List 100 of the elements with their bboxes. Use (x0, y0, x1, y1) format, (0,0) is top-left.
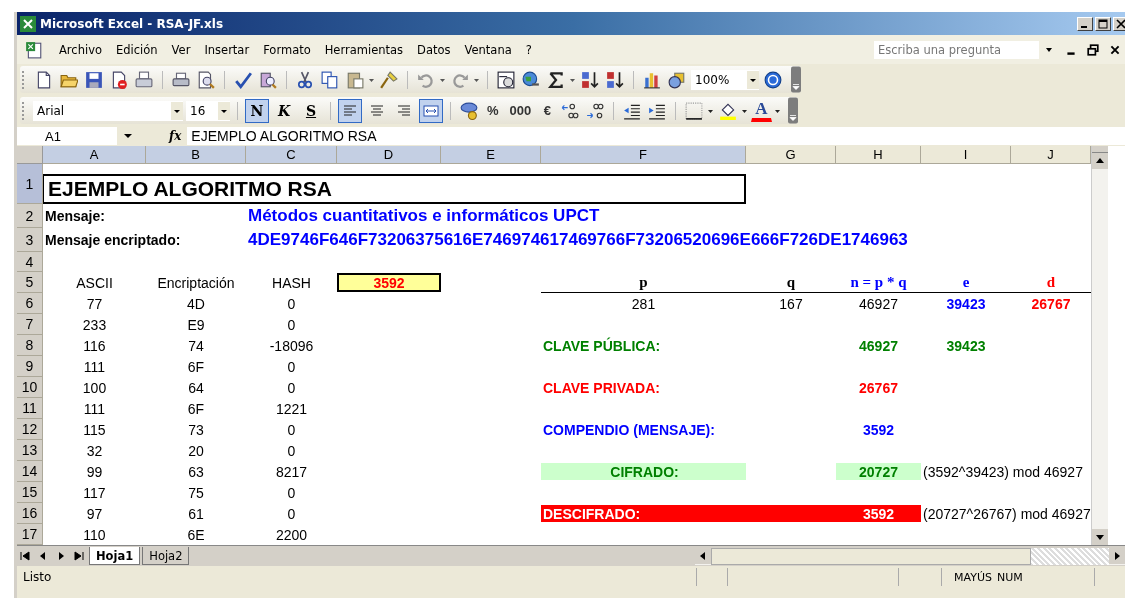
window-title: Microsoft Excel - RSA-JF.xls (40, 16, 224, 31)
formula-field[interactable]: EJEMPLO ALGORITMO RSA (187, 127, 1125, 145)
message-label: Mensaje: (44, 207, 106, 226)
number-format-button[interactable]: % (483, 98, 503, 123)
menu-item[interactable]: Edición (110, 40, 164, 59)
row-header[interactable]: 10 (17, 377, 43, 398)
table-cell-text: 117 (82, 483, 107, 503)
table-cell-text: 8217 (274, 462, 309, 482)
column-header[interactable]: G (746, 146, 836, 164)
table-cell-text: 111 (82, 357, 107, 377)
font-dropdown[interactable]: Arial (33, 100, 183, 121)
table-cell-text: 0 (286, 420, 297, 440)
table-cell-text: 97 (85, 504, 104, 524)
table-cell-text: 0 (286, 294, 297, 314)
menu-item[interactable]: Ver (165, 40, 197, 59)
row-header[interactable]: 7 (17, 314, 43, 335)
key-value: 3592 (861, 504, 896, 524)
row-header[interactable]: 9 (17, 356, 43, 377)
table-cell-text: 99 (85, 462, 104, 482)
table-cell-text: 32 (85, 441, 104, 461)
row-header[interactable]: 12 (17, 419, 43, 440)
table-cell-text: 63 (187, 462, 205, 482)
key-value: 20727 (836, 463, 921, 480)
row-header[interactable]: 8 (17, 335, 43, 356)
font-color-button[interactable]: A (751, 99, 772, 122)
formula-note: (20727^26767) mod 46927 (922, 504, 1091, 524)
column-heading: HASH (271, 273, 312, 293)
menu-item[interactable]: Formato (257, 40, 317, 59)
number-format-button[interactable]: € (538, 98, 557, 123)
parameter-value: 167 (778, 294, 804, 314)
menu-item[interactable]: Ventana (458, 40, 518, 59)
row-header[interactable]: 3 (17, 228, 43, 252)
table-cell-text: 2200 (274, 525, 309, 545)
row-header[interactable]: 5 (17, 272, 43, 293)
table-cell-text: -18096 (268, 336, 315, 356)
insert-function-button[interactable]: fx (163, 129, 188, 143)
table-cell-text: 6E (186, 525, 206, 545)
hash-result: 3592 (337, 273, 441, 292)
column-header[interactable]: D (337, 146, 441, 164)
status-text: Listo (22, 570, 53, 584)
number-format-button[interactable]: 000 (505, 98, 536, 123)
table-cell-text: 0 (286, 315, 297, 335)
column-heading: Encriptación (156, 273, 236, 293)
key-value: 46927 (858, 336, 899, 356)
parameter-value: 46927 (858, 294, 899, 314)
table-cell-text: 4D (186, 294, 206, 314)
parameter-heading: p (541, 272, 746, 293)
table-cell-text: 6F (186, 357, 206, 377)
row-header[interactable]: 13 (17, 440, 43, 461)
column-header[interactable]: J (1011, 146, 1091, 164)
table-cell-text: 77 (85, 294, 104, 314)
question-field[interactable]: Escriba una pregunta (874, 40, 1039, 59)
column-header[interactable]: A (43, 146, 146, 164)
row-header[interactable]: 11 (17, 398, 43, 419)
menu-item[interactable]: Herramientas (318, 40, 410, 59)
key-label: DESCIFRADO: (542, 504, 642, 524)
table-cell-text: 0 (286, 357, 297, 377)
column-header[interactable]: I (921, 146, 1011, 164)
menu-item[interactable]: Datos (411, 40, 457, 59)
parameter-heading: e (921, 272, 1011, 293)
underline-button[interactable]: S (299, 98, 323, 123)
encrypted-message-label: Mensaje encriptado: (44, 231, 182, 250)
column-header[interactable]: B (146, 146, 246, 164)
parameter-heading: q (746, 272, 836, 293)
bold-button[interactable]: N (245, 98, 269, 123)
table-cell-text: 74 (187, 336, 205, 356)
table-cell-text: 73 (187, 420, 205, 440)
menu-item[interactable]: ? (519, 40, 538, 59)
row-header[interactable]: 16 (17, 503, 43, 524)
column-heading: ASCII (75, 273, 114, 293)
sheet-tab[interactable]: Hoja1 (89, 547, 141, 565)
column-header[interactable]: H (836, 146, 921, 164)
row-header[interactable]: 2 (17, 204, 43, 228)
menu-item[interactable]: Insertar (198, 40, 256, 59)
formula-note: (3592^39423) mod 46927 (922, 462, 1084, 482)
italic-button[interactable]: K (272, 98, 296, 123)
message-value: Métodos cuantitativos e informáticos UPCT (247, 205, 601, 227)
table-cell-text: 0 (286, 441, 297, 461)
table-cell-text: 6F (186, 399, 206, 419)
row-header[interactable]: 4 (17, 252, 43, 272)
row-header[interactable]: 14 (17, 461, 43, 482)
key-value: 3592 (861, 420, 896, 440)
name-box[interactable]: A1 (17, 127, 117, 145)
keyboard-indicator: NUM (996, 570, 1023, 584)
row-header[interactable]: 15 (17, 482, 43, 503)
table-cell-text: 0 (286, 378, 297, 398)
column-header[interactable]: E (441, 146, 541, 164)
key-value: 39423 (945, 336, 987, 356)
row-header[interactable]: 6 (17, 293, 43, 314)
row-header[interactable]: 1 (17, 164, 43, 204)
keyboard-indicator: MAYÚS (954, 570, 992, 584)
table-cell-text: 0 (286, 483, 297, 503)
sheet-tab[interactable]: Hoja2 (142, 547, 190, 565)
column-header[interactable]: F (541, 146, 746, 164)
zoom-dropdown[interactable]: 100% (691, 69, 759, 90)
font-size-dropdown[interactable]: 16 (186, 100, 230, 121)
row-header[interactable]: 17 (17, 524, 43, 545)
menu-item[interactable]: Archivo (53, 40, 108, 59)
column-header[interactable]: C (246, 146, 337, 164)
table-cell-text: 61 (187, 504, 205, 524)
